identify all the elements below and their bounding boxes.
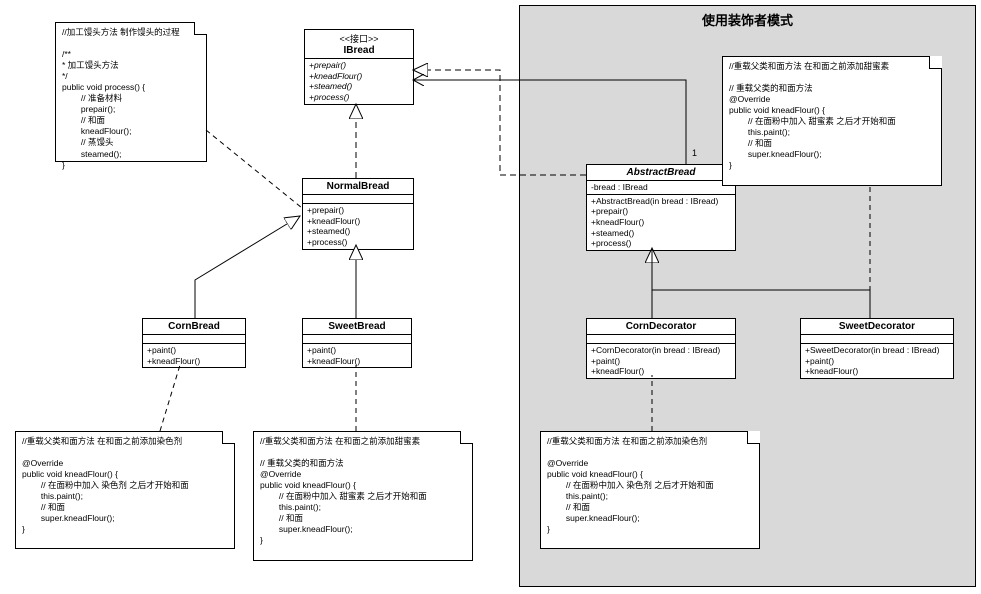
cornbread-name: CornBread xyxy=(168,321,220,332)
op: +kneadFlour() xyxy=(591,217,731,228)
sweetbread-name: SweetBread xyxy=(328,321,385,332)
note-corndecorator: //重载父类和面方法 在和面之前添加染色剂 @Override public v… xyxy=(540,431,760,549)
region-title: 使用装饰者模式 xyxy=(520,10,975,29)
note-sweetbread: //重载父类和面方法 在和面之前添加甜蜜素 // 重载父类的和面方法 @Over… xyxy=(253,431,473,561)
op: +process() xyxy=(591,238,731,249)
abstractbread-name: AbstractBread xyxy=(627,167,696,178)
op: +steamed() xyxy=(591,228,731,239)
class-abstractbread: AbstractBread -bread : IBread +AbstractB… xyxy=(586,164,736,251)
class-normalbread: NormalBread +prepair() +kneadFlour() +st… xyxy=(302,178,414,250)
op: +paint() xyxy=(147,345,241,356)
class-sweetdecorator: SweetDecorator +SweetDecorator(in bread … xyxy=(800,318,954,379)
op: +kneadFlour() xyxy=(307,216,409,227)
op: +prepair() xyxy=(591,206,731,217)
class-sweetbread: SweetBread +paint() +kneadFlour() xyxy=(302,318,412,368)
op: +AbstractBread(in bread : IBread) xyxy=(591,196,731,207)
note-body: //重载父类和面方法 在和面之前添加甜蜜素 // 重载父类的和面方法 @Over… xyxy=(254,432,472,550)
op: +prepair() xyxy=(309,60,409,71)
normalbread-name: NormalBread xyxy=(327,181,390,192)
ibread-stereotype: <<接口>> xyxy=(339,34,378,44)
op: +kneadFlour() xyxy=(147,356,241,367)
note-body: //加工馒头方法 制作馒头的过程 /** * 加工馒头方法 */ public … xyxy=(56,23,206,175)
op: +kneadFlour() xyxy=(309,71,409,82)
op: +steamed() xyxy=(307,226,409,237)
op: +kneadFlour() xyxy=(805,366,949,377)
ibread-name: IBread xyxy=(343,45,374,56)
attr: -bread : IBread xyxy=(591,182,731,193)
corndecorator-name: CornDecorator xyxy=(626,321,697,332)
note-body: //重载父类和面方法 在和面之前添加染色剂 @Override public v… xyxy=(541,432,759,539)
op: +paint() xyxy=(307,345,407,356)
op: +steamed() xyxy=(309,81,409,92)
note-body: //重载父类和面方法 在和面之前添加甜蜜素 // 重载父类的和面方法 @Over… xyxy=(723,57,941,175)
note-cornbread: //重载父类和面方法 在和面之前添加染色剂 @Override public v… xyxy=(15,431,235,549)
op: +paint() xyxy=(591,356,731,367)
class-cornbread: CornBread +paint() +kneadFlour() xyxy=(142,318,246,368)
class-corndecorator: CornDecorator +CornDecorator(in bread : … xyxy=(586,318,736,379)
op: +kneadFlour() xyxy=(307,356,407,367)
op: +SweetDecorator(in bread : IBread) xyxy=(805,345,949,356)
note-sweetdecorator: //重载父类和面方法 在和面之前添加甜蜜素 // 重载父类的和面方法 @Over… xyxy=(722,56,942,186)
op: +prepair() xyxy=(307,205,409,216)
op: +process() xyxy=(307,237,409,248)
op: +paint() xyxy=(805,356,949,367)
op: +CornDecorator(in bread : IBread) xyxy=(591,345,731,356)
sweetdecorator-name: SweetDecorator xyxy=(839,321,915,332)
op: +kneadFlour() xyxy=(591,366,731,377)
class-ibread: <<接口>>IBread +prepair() +kneadFlour() +s… xyxy=(304,29,414,105)
op: +process() xyxy=(309,92,409,103)
multiplicity-one: 1 xyxy=(692,148,697,158)
note-body: //重载父类和面方法 在和面之前添加染色剂 @Override public v… xyxy=(16,432,234,539)
note-process: //加工馒头方法 制作馒头的过程 /** * 加工馒头方法 */ public … xyxy=(55,22,207,162)
